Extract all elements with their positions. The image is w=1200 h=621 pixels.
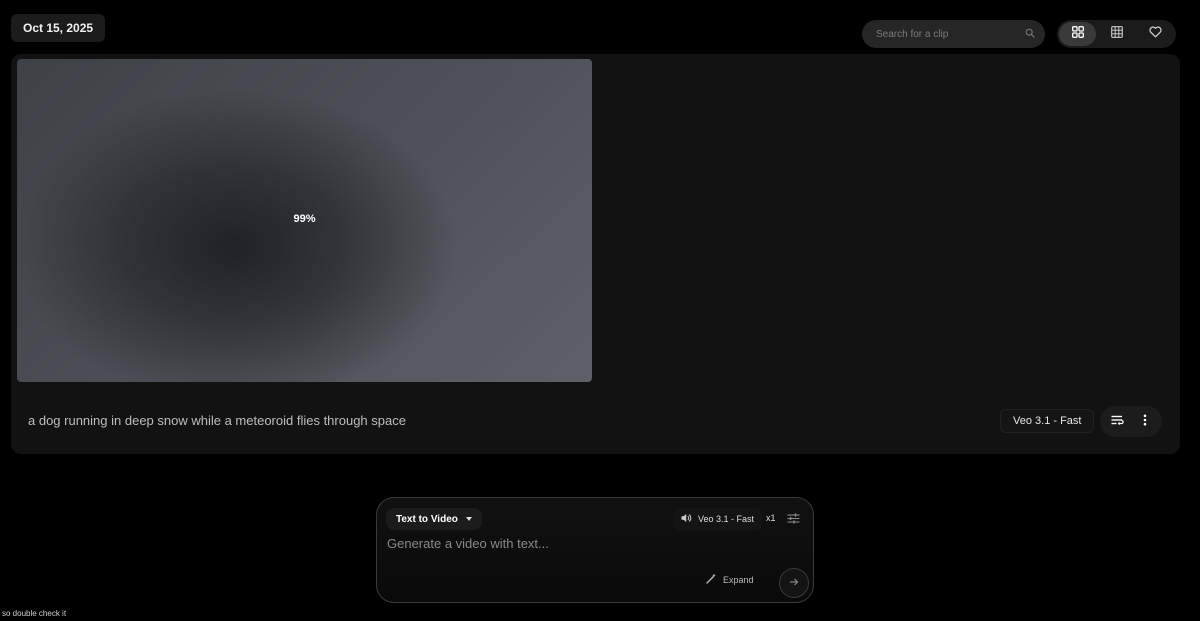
prompt-input[interactable] [387,536,797,560]
settings-button[interactable] [787,511,800,529]
mode-label: Text to Video [396,513,458,525]
grid-small-icon [1110,25,1123,43]
search-input[interactable] [876,28,1025,40]
expand-button[interactable]: Expand [706,573,754,586]
grid-large-view-button[interactable] [1059,22,1096,46]
submit-button[interactable] [779,568,809,598]
mode-selector[interactable]: Text to Video [386,508,482,530]
expand-label: Expand [723,574,754,585]
chevron-down-icon [465,517,472,521]
more-options-button[interactable] [1133,410,1157,434]
prompt-composer: Text to Video Veo 3.1 - Fast x1 Expand [376,497,814,603]
search-icon[interactable] [1025,25,1035,43]
generation-progress: 99% [293,213,316,225]
model-label: Veo 3.1 - Fast [698,514,755,524]
more-vertical-icon [1143,413,1147,431]
clip-model-badge: Veo 3.1 - Fast [1000,409,1095,433]
grid-small-view-button[interactable] [1098,22,1135,46]
date-chip: Oct 15, 2025 [11,14,106,42]
favorites-view-button[interactable] [1137,22,1174,46]
grid-large-icon [1071,25,1084,43]
playlist-add-icon [1111,413,1124,431]
video-thumbnail[interactable]: 99% [17,59,592,382]
tune-icon [787,511,800,528]
search-bar[interactable] [862,20,1045,48]
volume-icon [681,513,692,525]
heart-icon [1149,25,1162,43]
clip-prompt: a dog running in deep snow while a meteo… [28,413,406,428]
reuse-prompt-button[interactable] [1106,410,1130,434]
view-toggle-group [1057,20,1176,48]
model-selector[interactable]: Veo 3.1 - Fast [673,508,763,530]
output-count[interactable]: x1 [766,513,776,523]
arrow-right-icon [789,574,799,592]
footnote-text: so double check it [2,609,67,618]
magic-wand-icon [706,573,717,586]
clip-card: 99% a dog running in deep snow while a m… [11,54,1180,454]
clip-actions [1100,406,1162,437]
